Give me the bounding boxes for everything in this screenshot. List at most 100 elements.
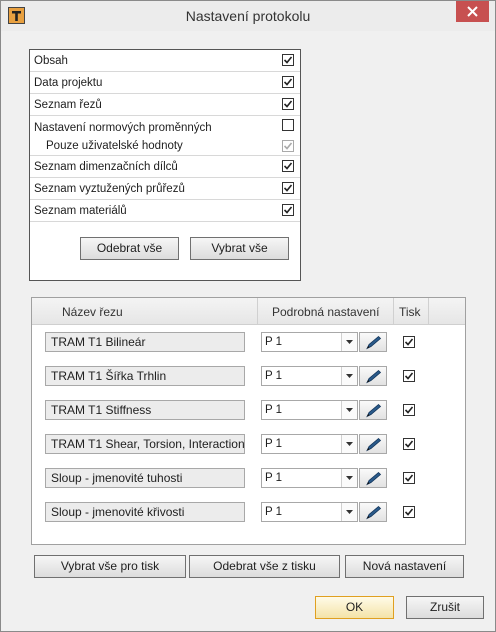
- edit-settings-button[interactable]: [359, 502, 387, 522]
- pencil-icon: [366, 335, 382, 350]
- close-icon: [467, 6, 478, 17]
- checkmark-icon: [284, 56, 292, 64]
- section-name-field[interactable]: TRAM T1 Shear, Torsion, Interaction: [45, 434, 245, 454]
- section-label: Obsah: [34, 55, 68, 67]
- settings-dropdown-value: P 1: [265, 472, 283, 484]
- dropdown-arrow[interactable]: [341, 401, 357, 419]
- settings-dropdown-value: P 1: [265, 336, 283, 348]
- section-name-field[interactable]: Sloup - jmenovité tuhosti: [45, 468, 245, 488]
- section-label: Nastavení normových proměnných: [34, 122, 212, 134]
- dropdown-arrow[interactable]: [341, 333, 357, 351]
- dropdown-arrow[interactable]: [341, 367, 357, 385]
- section-row-vyztuzene-prurezy: Seznam vyztužených průřezů: [30, 178, 300, 200]
- checkmark-icon: [405, 372, 413, 380]
- dropdown-arrow[interactable]: [341, 469, 357, 487]
- section-name-field[interactable]: Sloup - jmenovité křivosti: [45, 502, 245, 522]
- column-header-settings[interactable]: Podrobná nastavení: [272, 305, 379, 319]
- column-header-print[interactable]: Tisk: [399, 305, 421, 319]
- close-button[interactable]: [456, 1, 489, 22]
- section-row-seznam-rezu: Seznam řezů: [30, 94, 300, 116]
- pencil-icon: [366, 505, 382, 520]
- checkmark-icon: [405, 508, 413, 516]
- section-label: Data projektu: [34, 77, 103, 89]
- section-checkbox[interactable]: [282, 204, 294, 216]
- settings-dropdown-value: P 1: [265, 404, 283, 416]
- checkmark-icon: [284, 78, 292, 86]
- remove-all-print-button[interactable]: Odebrat vše z tisku: [189, 555, 340, 578]
- section-row-pouze-uzivatelske: Pouze uživatelské hodnoty: [30, 138, 300, 156]
- pencil-icon: [366, 437, 382, 452]
- section-checkbox[interactable]: [282, 54, 294, 66]
- chevron-down-icon: [346, 442, 353, 446]
- settings-dropdown-value: P 1: [265, 438, 283, 450]
- section-row-dimenzacni-dilce: Seznam dimenzačních dílců: [30, 156, 300, 178]
- section-row-materialy: Seznam materiálů: [30, 200, 300, 222]
- checkmark-icon: [284, 142, 292, 150]
- title-bar: Nastavení protokolu: [1, 1, 495, 31]
- chevron-down-icon: [346, 476, 353, 480]
- pencil-icon: [366, 369, 382, 384]
- section-label: Seznam vyztužených průřezů: [34, 183, 185, 195]
- section-label: Seznam dimenzačních dílců: [34, 161, 178, 173]
- dropdown-arrow[interactable]: [341, 435, 357, 453]
- checkmark-icon: [405, 474, 413, 482]
- edit-settings-button[interactable]: [359, 400, 387, 420]
- section-checkbox[interactable]: [282, 98, 294, 110]
- dropdown-arrow[interactable]: [341, 503, 357, 521]
- section-label: Seznam řezů: [34, 99, 102, 111]
- print-checkbox[interactable]: [403, 404, 415, 416]
- chevron-down-icon: [346, 340, 353, 344]
- cancel-button[interactable]: Zrušit: [406, 596, 484, 619]
- edit-settings-button[interactable]: [359, 434, 387, 454]
- dialog-window: Nastavení protokolu Obsah Data projektu Se…: [0, 0, 496, 632]
- section-row-data-projektu: Data projektu: [30, 72, 300, 94]
- window-title: Nastavení protokolu: [185, 8, 311, 24]
- checkmark-icon: [405, 338, 413, 346]
- section-checkbox: [282, 140, 294, 152]
- ok-button[interactable]: OK: [315, 596, 394, 619]
- sections-panel: Obsah Data projektu Seznam řezů Nastavení n…: [29, 49, 301, 281]
- checkmark-icon: [284, 100, 292, 108]
- settings-dropdown[interactable]: P 1: [261, 468, 358, 488]
- settings-dropdown[interactable]: P 1: [261, 332, 358, 352]
- section-checkbox[interactable]: [282, 182, 294, 194]
- section-row-obsah: Obsah: [30, 50, 300, 72]
- pencil-icon: [366, 471, 382, 486]
- sections-grid: Název řezu Podrobná nastavení Tisk TRAM …: [31, 297, 466, 545]
- chevron-down-icon: [346, 510, 353, 514]
- grid-header: Název řezu Podrobná nastavení Tisk: [32, 298, 465, 325]
- column-header-name[interactable]: Název řezu: [62, 305, 123, 319]
- print-checkbox[interactable]: [403, 472, 415, 484]
- settings-dropdown-value: P 1: [265, 370, 283, 382]
- edit-settings-button[interactable]: [359, 468, 387, 488]
- chevron-down-icon: [346, 408, 353, 412]
- print-checkbox[interactable]: [403, 336, 415, 348]
- section-checkbox[interactable]: [282, 119, 294, 131]
- section-checkbox[interactable]: [282, 76, 294, 88]
- edit-settings-button[interactable]: [359, 332, 387, 352]
- checkmark-icon: [284, 162, 292, 170]
- section-name-field[interactable]: TRAM T1 Stiffness: [45, 400, 245, 420]
- settings-dropdown[interactable]: P 1: [261, 366, 358, 386]
- section-label: Pouze uživatelské hodnoty: [46, 140, 183, 152]
- deselect-all-button[interactable]: Odebrat vše: [80, 237, 179, 260]
- select-all-print-button[interactable]: Vybrat vše pro tisk: [34, 555, 186, 578]
- new-settings-button[interactable]: Nová nastavení: [345, 555, 464, 578]
- section-name-field[interactable]: TRAM T1 Šířka Trhlin: [45, 366, 245, 386]
- settings-dropdown[interactable]: P 1: [261, 502, 358, 522]
- print-checkbox[interactable]: [403, 506, 415, 518]
- settings-dropdown[interactable]: P 1: [261, 434, 358, 454]
- select-all-button[interactable]: Vybrat vše: [190, 237, 289, 260]
- checkmark-icon: [284, 184, 292, 192]
- print-checkbox[interactable]: [403, 438, 415, 450]
- section-checkbox[interactable]: [282, 160, 294, 172]
- section-name-field[interactable]: TRAM T1 Bilineár: [45, 332, 245, 352]
- print-checkbox[interactable]: [403, 370, 415, 382]
- settings-dropdown-value: P 1: [265, 506, 283, 518]
- edit-settings-button[interactable]: [359, 366, 387, 386]
- settings-dropdown[interactable]: P 1: [261, 400, 358, 420]
- checkmark-icon: [405, 406, 413, 414]
- section-label: Seznam materiálů: [34, 205, 127, 217]
- checkmark-icon: [284, 206, 292, 214]
- checkmark-icon: [405, 440, 413, 448]
